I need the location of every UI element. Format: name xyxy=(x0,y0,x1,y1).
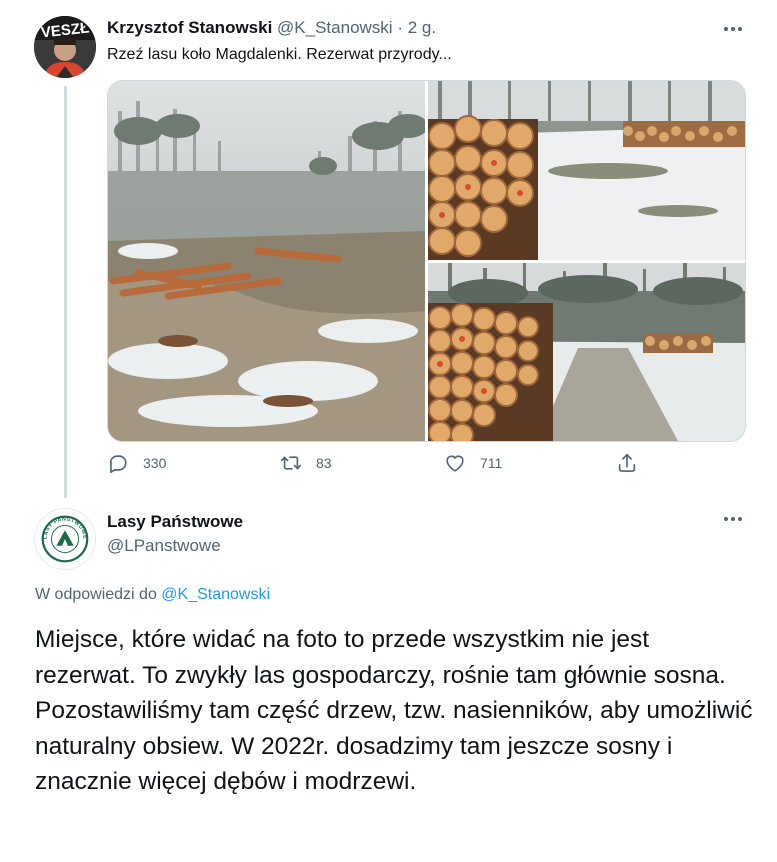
retweet-button[interactable]: 83 xyxy=(280,452,332,474)
reply-count: 330 xyxy=(143,455,167,471)
author-name[interactable]: Krzysztof Stanowski xyxy=(107,18,272,37)
more-icon xyxy=(724,517,728,521)
tweet-thread: VESZŁ Krzysztof Stanowski @K_Stanowski ·… xyxy=(0,0,777,862)
heart-icon xyxy=(446,455,464,472)
more-options-button[interactable] xyxy=(716,16,750,42)
retweet-count: 83 xyxy=(316,455,332,471)
author-name[interactable]: Lasy Państwowe xyxy=(107,512,243,532)
photo-log-pile-snow[interactable] xyxy=(428,81,745,260)
reply-prefix: W odpowiedzi do xyxy=(35,586,157,603)
avatar-krzysztof-stanowski[interactable]: VESZŁ xyxy=(34,16,96,78)
share-button[interactable] xyxy=(616,452,638,474)
tweet-body-text: Miejsce, które widać na foto to przede w… xyxy=(35,626,753,795)
like-count: 711 xyxy=(480,455,503,471)
avatar-lasy-panstwowe[interactable]: LASY PAŃSTWOWE xyxy=(34,508,96,570)
retweet-icon xyxy=(280,456,302,470)
tweet-original[interactable]: VESZŁ Krzysztof Stanowski @K_Stanowski ·… xyxy=(0,0,777,498)
photo-forest-road-logs[interactable] xyxy=(428,263,745,441)
reply-to-link[interactable]: @K_Stanowski xyxy=(161,586,270,603)
more-icon xyxy=(724,27,728,31)
tweet-header: Krzysztof Stanowski @K_Stanowski · 2 g. xyxy=(107,18,436,38)
photo-cleared-forest[interactable] xyxy=(108,81,425,441)
tweet-timestamp[interactable]: 2 g. xyxy=(408,18,436,37)
thread-connector-line xyxy=(64,86,67,498)
reply-icon xyxy=(109,455,127,473)
separator-dot: · xyxy=(397,18,403,37)
more-options-button[interactable] xyxy=(716,506,750,532)
author-handle[interactable]: @K_Stanowski xyxy=(277,18,393,37)
tweet-media-grid xyxy=(107,80,746,442)
reply-button[interactable]: 330 xyxy=(107,452,166,474)
author-handle[interactable]: @LPanstwowe xyxy=(107,536,221,556)
share-icon xyxy=(618,453,636,472)
tweet-text: Rzeź lasu koło Magdalenki. Rezerwat przy… xyxy=(107,46,452,63)
tweet-action-bar: 330 83 711 xyxy=(0,452,777,480)
replying-to-line: W odpowiedzi do @K_Stanowski xyxy=(35,586,270,604)
like-button[interactable]: 711 xyxy=(444,452,502,474)
